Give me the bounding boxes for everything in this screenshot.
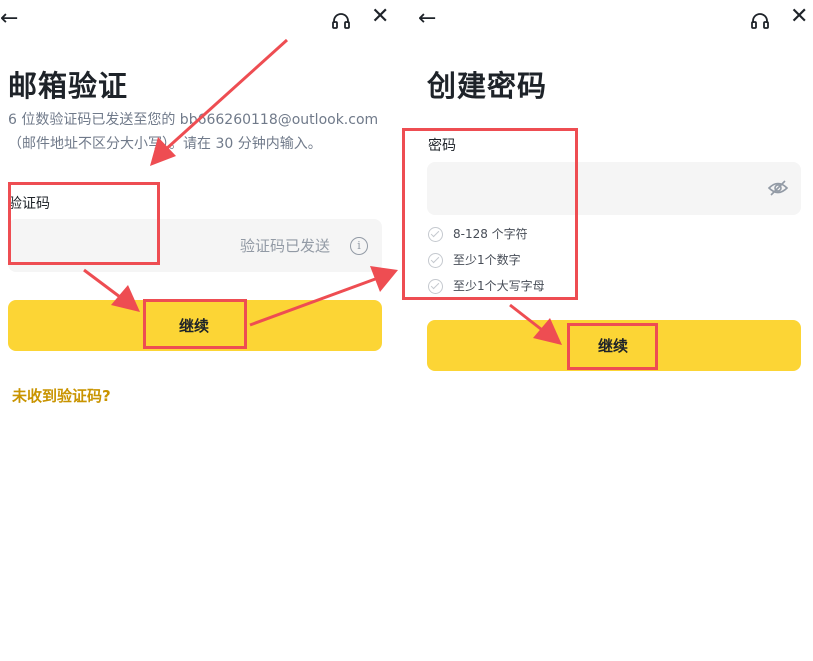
password-input[interactable] <box>427 162 801 215</box>
check-circle-icon <box>428 279 443 294</box>
check-circle-icon <box>428 253 443 268</box>
info-icon[interactable]: i <box>350 237 368 255</box>
headset-icon[interactable] <box>750 11 770 31</box>
continue-button-label: 继续 <box>598 337 629 355</box>
eye-off-icon[interactable] <box>767 179 789 197</box>
password-field-label: 密码 <box>428 138 456 154</box>
continue-button[interactable]: 继续 <box>8 300 382 351</box>
verification-code-input[interactable]: 验证码已发送 i <box>8 219 382 272</box>
verification-description: 6 位数验证码已发送至您的 bb666260118@outlook.com （邮… <box>8 108 395 156</box>
page-title: 创建密码 <box>427 69 548 103</box>
create-password-screen: ← ✕ 创建密码 密码 8-128 个字符 至少1个数字 至少1个大写字母 继续 <box>418 0 813 661</box>
code-sent-status: 验证码已发送 <box>240 237 331 255</box>
check-circle-icon <box>428 227 443 242</box>
continue-button[interactable]: 继续 <box>427 320 801 371</box>
email-verification-screen: ← ✕ 邮箱验证 6 位数验证码已发送至您的 bb666260118@outlo… <box>0 0 395 661</box>
continue-button-label: 继续 <box>179 317 210 335</box>
code-field-label: 验证码 <box>8 196 50 212</box>
description-line-1: 6 位数验证码已发送至您的 bb666260118@outlook.com <box>8 112 379 128</box>
headset-icon[interactable] <box>331 11 351 31</box>
description-line-2: （邮件地址不区分大小写）。请在 30 分钟内输入。 <box>8 136 322 152</box>
requirement-text: 8-128 个字符 <box>453 227 528 241</box>
close-icon[interactable]: ✕ <box>790 6 808 28</box>
back-arrow-icon[interactable]: ← <box>0 8 18 30</box>
resend-code-link[interactable]: 未收到验证码? <box>12 385 111 406</box>
page-title: 邮箱验证 <box>8 69 129 103</box>
requirement-text: 至少1个数字 <box>453 253 521 267</box>
close-icon[interactable]: ✕ <box>371 6 389 28</box>
back-arrow-icon[interactable]: ← <box>418 8 436 30</box>
requirement-text: 至少1个大写字母 <box>453 279 545 293</box>
